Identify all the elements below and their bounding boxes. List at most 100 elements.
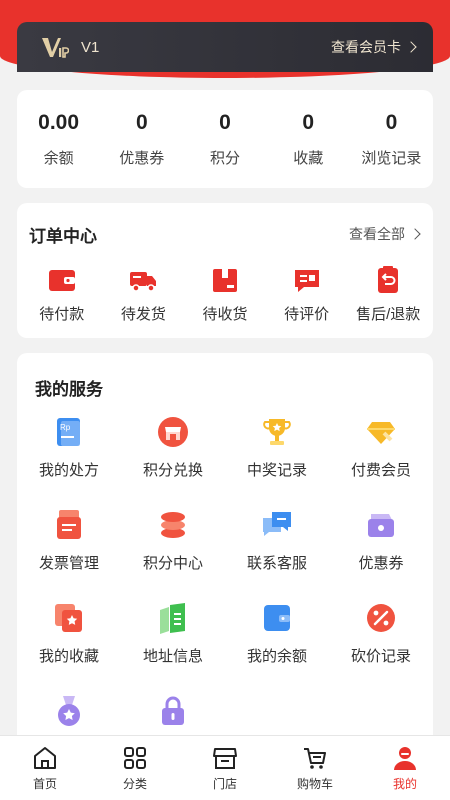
coins-icon bbox=[161, 512, 185, 538]
vip-card[interactable]: V1 查看会员卡 bbox=[17, 22, 433, 72]
service-label: 中奖记录 bbox=[246, 462, 307, 479]
package-icon bbox=[212, 269, 237, 292]
stat-label: 优惠券 bbox=[119, 149, 165, 167]
coupon-icon bbox=[368, 514, 394, 537]
view-member-card-link[interactable]: 查看会员卡 bbox=[331, 37, 417, 57]
refund-icon bbox=[378, 266, 399, 293]
wallet-icon bbox=[48, 270, 75, 291]
stat-points[interactable]: 0 积分 bbox=[183, 90, 266, 188]
stat-label: 收藏 bbox=[293, 149, 324, 167]
map-icon bbox=[160, 603, 185, 634]
tab-store[interactable]: 门店 bbox=[180, 736, 270, 800]
service-label: 我的收藏 bbox=[38, 648, 99, 665]
stat-label: 余额 bbox=[43, 149, 74, 167]
trophy-icon bbox=[263, 419, 291, 445]
service-medal[interactable] bbox=[17, 694, 121, 735]
stat-value: 0 bbox=[385, 110, 398, 134]
home-icon bbox=[34, 747, 56, 769]
stat-history[interactable]: 0 浏览记录 bbox=[350, 90, 433, 188]
order-item-label: 待付款 bbox=[39, 306, 85, 323]
services-title: 我的服务 bbox=[35, 380, 103, 399]
service-label: 砍价记录 bbox=[350, 648, 411, 665]
stat-value: 0 bbox=[219, 110, 231, 134]
prescription-icon: Rp bbox=[57, 418, 80, 446]
stat-value: 0.00 bbox=[38, 110, 80, 134]
service-paid-membership[interactable]: 付费会员 bbox=[329, 415, 433, 508]
bottom-tab-bar: 首页 分类 门店 购物车 我的 bbox=[0, 735, 450, 800]
tab-label: 分类 bbox=[122, 777, 147, 791]
store-icon bbox=[158, 417, 188, 447]
service-address-info[interactable]: 地址信息 bbox=[121, 601, 225, 694]
order-after-sales[interactable]: 售后/退款 bbox=[347, 265, 429, 324]
order-item-label: 待发货 bbox=[120, 306, 166, 323]
stat-value: 0 bbox=[302, 110, 315, 134]
medal-icon bbox=[58, 696, 80, 726]
service-points-center[interactable]: 积分中心 bbox=[121, 508, 225, 601]
cart-icon bbox=[304, 748, 326, 769]
balance-icon bbox=[264, 605, 290, 631]
stat-balance[interactable]: 0.00 余额 bbox=[17, 90, 100, 188]
service-my-balance[interactable]: 我的余额 bbox=[225, 601, 329, 694]
order-pending-review[interactable]: 待评价 bbox=[266, 265, 348, 324]
order-pending-shipment[interactable]: 待发货 bbox=[103, 265, 185, 324]
tab-cart[interactable]: 购物车 bbox=[270, 736, 360, 800]
service-points-exchange[interactable]: 积分兑换 bbox=[121, 415, 225, 508]
service-label: 联系客服 bbox=[246, 555, 307, 572]
service-label: 发票管理 bbox=[38, 555, 99, 572]
vip-logo-icon bbox=[42, 38, 69, 58]
service-customer-support[interactable]: 联系客服 bbox=[225, 508, 329, 601]
chevron-right-icon bbox=[409, 228, 421, 240]
lock-icon bbox=[162, 696, 184, 725]
service-prize-records[interactable]: 中奖记录 bbox=[225, 415, 329, 508]
view-all-label: 查看全部 bbox=[349, 226, 405, 242]
stat-coupons[interactable]: 0 优惠券 bbox=[100, 90, 183, 188]
tab-label: 我的 bbox=[392, 777, 417, 791]
service-label: 优惠券 bbox=[358, 555, 404, 572]
diamond-icon bbox=[367, 422, 395, 444]
stat-label: 浏览记录 bbox=[361, 149, 422, 167]
tab-label: 门店 bbox=[212, 777, 237, 791]
service-invoice-management[interactable]: 发票管理 bbox=[17, 508, 121, 601]
stat-favorites[interactable]: 0 收藏 bbox=[267, 90, 350, 188]
service-prescription[interactable]: Rp 我的处方 bbox=[17, 415, 121, 508]
order-center-title: 订单中心 bbox=[29, 226, 97, 246]
tab-category[interactable]: 分类 bbox=[90, 736, 180, 800]
user-icon bbox=[394, 747, 416, 770]
service-label: 我的处方 bbox=[38, 462, 99, 479]
view-member-card-label: 查看会员卡 bbox=[331, 39, 401, 55]
service-label: 我的余额 bbox=[246, 648, 307, 665]
service-label: 付费会员 bbox=[350, 462, 411, 479]
order-pending-payment[interactable]: 待付款 bbox=[21, 265, 103, 324]
order-item-label: 待收货 bbox=[202, 306, 248, 323]
my-services: 我的服务 Rp 我的处方 积分兑换 中奖记录 付费会员 发票管理 积分中心 联系… bbox=[17, 353, 433, 735]
chevron-right-icon bbox=[405, 41, 417, 53]
service-coupons[interactable]: 优惠券 bbox=[329, 508, 433, 601]
stat-label: 积分 bbox=[210, 149, 241, 167]
shop-icon bbox=[213, 748, 237, 769]
tab-label: 购物车 bbox=[296, 777, 333, 791]
star-icon bbox=[55, 604, 82, 632]
service-label: 地址信息 bbox=[142, 648, 203, 665]
service-my-favorites[interactable]: 我的收藏 bbox=[17, 601, 121, 694]
vip-level: V1 bbox=[81, 38, 100, 56]
order-center: 订单中心 查看全部 待付款 待发货 待收货 待评价 售后/退款 bbox=[17, 203, 433, 338]
invoice-icon bbox=[57, 510, 81, 539]
service-security[interactable] bbox=[121, 694, 225, 735]
truck-icon bbox=[130, 272, 157, 292]
order-pending-receipt[interactable]: 待收货 bbox=[184, 265, 266, 324]
tab-label: 首页 bbox=[32, 777, 57, 791]
grid-icon bbox=[124, 747, 146, 769]
stat-value: 0 bbox=[135, 110, 148, 134]
order-item-label: 待评价 bbox=[284, 306, 330, 323]
tab-mine[interactable]: 我的 bbox=[360, 736, 450, 800]
chat-icon bbox=[263, 512, 291, 536]
tab-home[interactable]: 首页 bbox=[0, 736, 90, 800]
service-bargain-records[interactable]: 砍价记录 bbox=[329, 601, 433, 694]
service-label: 积分兑换 bbox=[142, 462, 203, 479]
view-all-orders-link[interactable]: 查看全部 bbox=[349, 224, 421, 244]
discount-icon bbox=[367, 604, 395, 632]
account-stats: 0.00 余额 0 优惠券 0 积分 0 收藏 0 浏览记录 bbox=[17, 90, 433, 188]
order-item-label: 售后/退款 bbox=[356, 306, 421, 323]
review-icon bbox=[294, 270, 319, 292]
service-label: 积分中心 bbox=[142, 555, 203, 572]
